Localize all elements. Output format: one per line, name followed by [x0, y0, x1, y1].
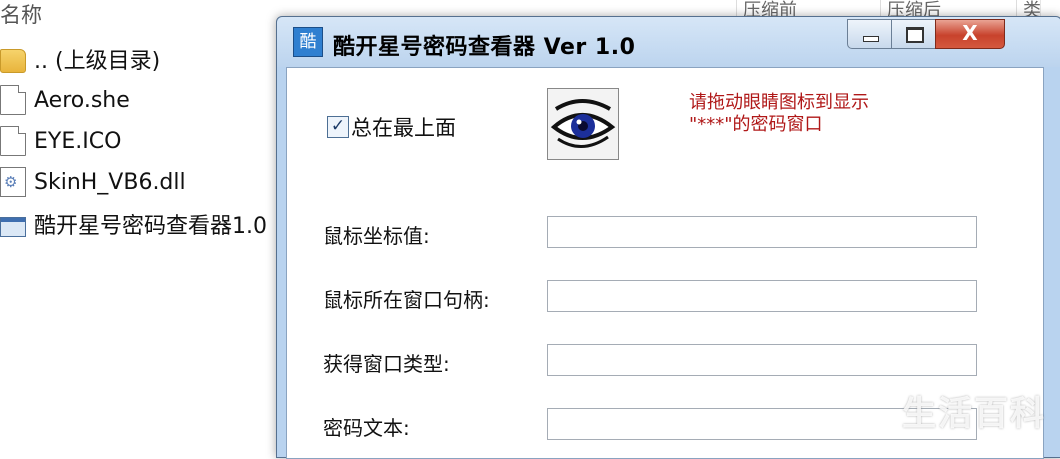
window-handle-field[interactable] — [547, 280, 977, 312]
always-on-top-label: 总在最上面 — [351, 116, 456, 140]
always-on-top-checkbox[interactable]: ✓ — [327, 116, 349, 138]
app-icon: 酷 — [293, 27, 323, 57]
maximize-button[interactable] — [891, 19, 937, 49]
file-name: SkinH_VB6.dll — [34, 169, 186, 195]
folder-icon — [0, 49, 26, 73]
file-row-exe[interactable]: 酷开星号密码查看器1.0 — [0, 205, 267, 243]
always-on-top-option[interactable]: ✓ 总在最上面 — [327, 112, 456, 142]
minimize-icon — [863, 36, 879, 42]
file-row-eye-ico[interactable]: EYE.ICO — [0, 122, 121, 160]
file-row-aero[interactable]: Aero.she — [0, 81, 130, 119]
close-icon: X — [962, 21, 978, 45]
dll-icon — [0, 167, 26, 197]
window-class-field[interactable] — [547, 344, 977, 376]
password-text-label: 密码文本: — [323, 416, 410, 440]
file-name: EYE.ICO — [34, 128, 122, 154]
window-title: 酷开星号密码查看器 Ver 1.0 — [333, 35, 636, 60]
watermark: 生活百科 — [902, 394, 1046, 434]
eye-icon — [550, 99, 616, 148]
file-name: Aero.she — [34, 87, 130, 113]
file-row-parent-dir[interactable]: .. (上级目录) — [0, 40, 160, 78]
file-name: .. (上级目录) — [34, 49, 161, 74]
file-row-skinh-dll[interactable]: SkinH_VB6.dll — [0, 163, 186, 201]
mouse-coordinates-field[interactable] — [547, 216, 977, 248]
document-icon — [0, 126, 26, 156]
drag-hint-text: 请拖动眼睛图标到显示 "***"的密码窗口 — [689, 92, 869, 135]
document-icon — [0, 85, 26, 115]
window-handle-label: 鼠标所在窗口句柄: — [323, 288, 490, 312]
exe-icon — [0, 217, 26, 237]
minimize-button[interactable] — [847, 19, 893, 49]
close-button[interactable]: X — [935, 19, 1005, 49]
eye-drag-target[interactable] — [547, 88, 619, 160]
column-header-name[interactable]: 名称 — [0, 0, 42, 34]
maximize-icon — [906, 27, 924, 43]
file-name: 酷开星号密码查看器1.0 — [34, 214, 267, 239]
mouse-coordinates-label: 鼠标坐标值: — [323, 224, 430, 248]
window-class-label: 获得窗口类型: — [323, 352, 450, 376]
title-bar[interactable]: 酷 酷开星号密码查看器 Ver 1.0 X — [277, 17, 1060, 67]
